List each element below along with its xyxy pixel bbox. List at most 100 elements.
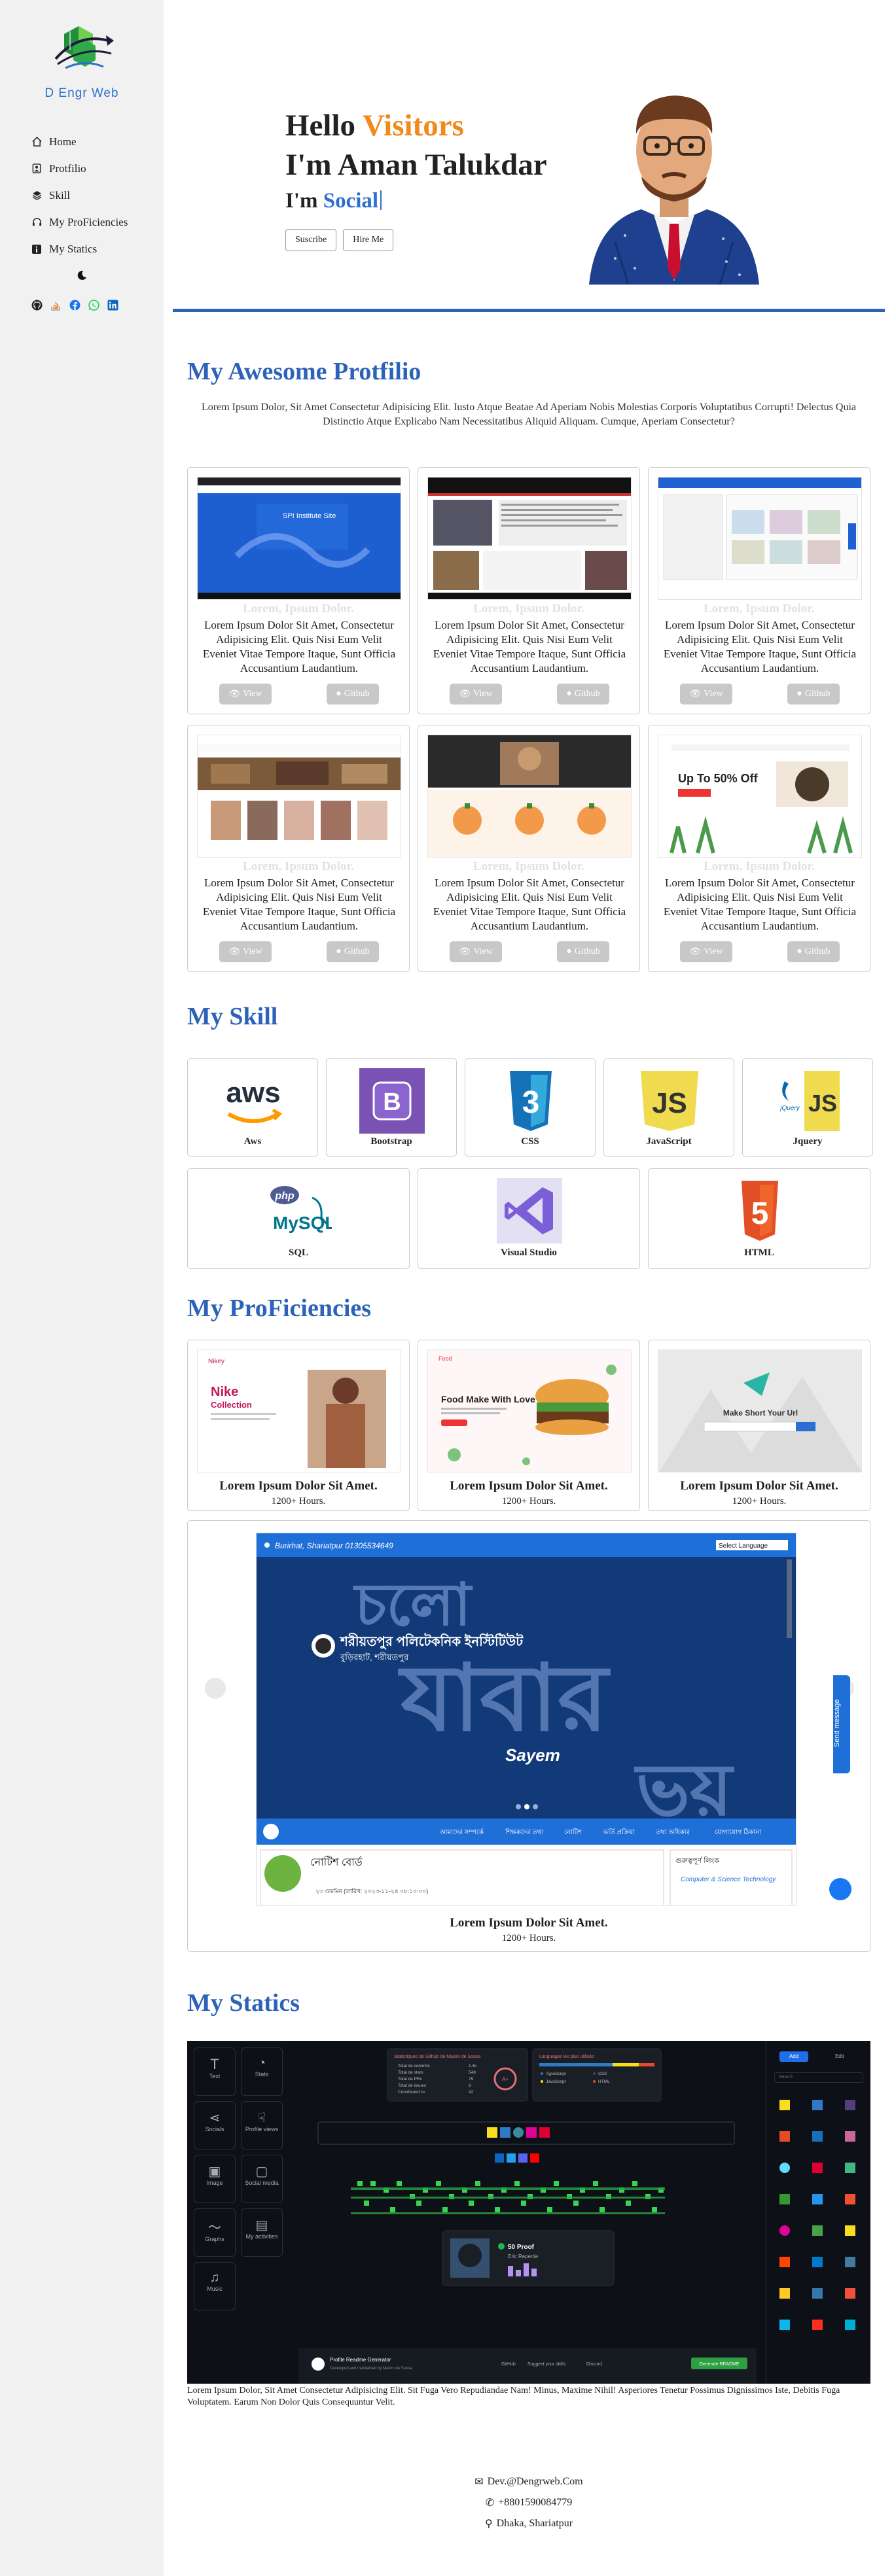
tool-stats[interactable]: ◔ Stats	[241, 2047, 283, 2096]
carousel-prev-button[interactable]	[205, 1678, 226, 1699]
eye-icon: 👁	[689, 689, 702, 699]
github-icon: ●	[336, 689, 342, 699]
brand-logo[interactable]: D Engr Web	[39, 26, 124, 105]
site-menu-item: নোটিশ	[564, 1828, 582, 1836]
css-logo-text: 3	[522, 1085, 540, 1120]
linkedin-icon[interactable]	[107, 300, 118, 311]
skill-name: Jquery	[793, 1136, 823, 1147]
stat-value: 8	[469, 2083, 471, 2088]
subscribe-button[interactable]: Suscribe	[285, 229, 337, 251]
nike-brand-text: Nikey	[208, 1358, 224, 1365]
view-button[interactable]: 👁 View	[450, 941, 502, 962]
social-links	[31, 300, 118, 311]
github-icon: ●	[796, 689, 802, 699]
view-label: View	[473, 947, 493, 956]
stat-label: Total de stars	[398, 2070, 423, 2075]
tool-image[interactable]: ▣ Image	[194, 2155, 236, 2203]
github-button[interactable]: ● Github	[557, 941, 609, 962]
github-icon: ●	[336, 947, 342, 956]
tool-social-media[interactable]: ▢ Social media	[241, 2155, 283, 2203]
footer-link[interactable]: GitHub	[501, 2362, 516, 2367]
github-label: Github	[804, 689, 831, 699]
bootstrap-logo-text: B	[383, 1088, 401, 1116]
tool-music[interactable]: ♫ Music	[194, 2262, 236, 2310]
tab-add[interactable]: Add	[779, 2051, 808, 2062]
food-brand-text: Food	[438, 1355, 452, 1362]
github-button[interactable]: ● Github	[787, 941, 840, 962]
aws-icon: aws	[221, 1068, 286, 1134]
user-icon	[31, 164, 42, 174]
skill-name: SQL	[288, 1247, 308, 1258]
skill-name: JavaScript	[646, 1136, 692, 1147]
tool-my-activities[interactable]: ▤ My activities	[241, 2208, 283, 2257]
mysql-logo-text: MySQL	[273, 1213, 332, 1233]
tool-text[interactable]: T Text	[194, 2047, 236, 2096]
hero-word-2: যাবার	[397, 1646, 611, 1749]
dark-mode-toggle[interactable]	[76, 270, 88, 281]
view-button[interactable]: 👁 View	[680, 941, 732, 962]
asset-search-input[interactable]: Search	[774, 2072, 863, 2083]
sidebar-item-proficiencies[interactable]: My ProFiciencies	[31, 209, 128, 235]
contact-email[interactable]: ✉ Dev.@Dengrweb.Com	[164, 2475, 894, 2488]
image-icon: ▣	[208, 2165, 221, 2179]
role-prefix: I'm	[285, 189, 323, 213]
hero-divider	[173, 309, 885, 312]
view-button[interactable]: 👁 View	[450, 684, 502, 705]
view-button[interactable]: 👁 View	[219, 684, 272, 705]
hire-me-button[interactable]: Hire Me	[343, 229, 394, 251]
site-menu-item: আমাদের সম্পর্কে	[439, 1828, 484, 1836]
facebook-icon[interactable]	[69, 300, 80, 311]
project-thumbnail: Up To 50% Off	[658, 735, 862, 858]
project-description: Lorem Ipsum Dolor Sit Amet, Consectetur …	[663, 877, 857, 932]
whatsapp-icon[interactable]	[88, 300, 99, 311]
sidebar-item-label: Home	[49, 135, 77, 148]
sidebar-item-skill[interactable]: Skill	[31, 182, 128, 209]
tool-label: Image	[206, 2180, 223, 2186]
github-button[interactable]: ● Github	[787, 684, 840, 705]
messenger-icon[interactable]	[829, 1878, 851, 1900]
footer-link[interactable]: Suggest your skills	[527, 2362, 566, 2367]
footer-link[interactable]: Discord	[586, 2362, 602, 2367]
github-label: Github	[574, 689, 600, 699]
github-button[interactable]: ● Github	[327, 941, 379, 962]
generate-readme-button[interactable]: Generate README	[699, 2362, 739, 2367]
skill-card-css: 3 CSS	[465, 1058, 596, 1157]
sidebar-item-statics[interactable]: My Statics	[31, 235, 128, 262]
phone-text: +8801590084779	[498, 2497, 573, 2508]
github-button[interactable]: ● Github	[327, 684, 379, 705]
tool-socials[interactable]: ⋖ Socials	[194, 2101, 236, 2150]
project-thumbnail	[658, 477, 862, 600]
project-description: Lorem Ipsum Dolor Sit Amet, Consectetur …	[663, 619, 857, 674]
project-title: Lorem, Ipsum Dolor.	[704, 860, 815, 873]
skill-name: CSS	[521, 1136, 539, 1147]
tool-profile-views[interactable]: ☟ Profile views	[241, 2101, 283, 2150]
languages-panel-title: Languages les plus utilisés	[539, 2055, 594, 2059]
stackoverflow-icon[interactable]	[50, 300, 62, 311]
tab-edit[interactable]: Edit	[825, 2051, 854, 2062]
links-item: Computer & Science Technology	[681, 1876, 776, 1883]
eye-icon: 👁	[228, 947, 241, 957]
view-button[interactable]: 👁 View	[680, 684, 732, 705]
greeting-text: Hello	[285, 109, 363, 143]
project-thumbnail	[427, 477, 632, 600]
tool-graphs[interactable]: 〜 Graphs	[194, 2208, 236, 2257]
send-message-tab[interactable]: Send message	[833, 1675, 850, 1773]
github-label: Github	[344, 947, 370, 956]
stat-label: Contributed to	[398, 2090, 425, 2095]
eye-icon: 👁	[228, 689, 241, 699]
proficiency-card: Nikey Nike Collection Lorem Ipsum Dolor Si…	[187, 1340, 410, 1511]
generator-brand: Profile Readme Generator	[330, 2357, 391, 2363]
sidebar: D Engr Web Home Protfilio Skill My ProFi…	[0, 0, 164, 2576]
readme-preview: Statistiques de Github de Maxim de Sousa…	[298, 2048, 757, 2384]
skill-card-aws: aws Aws	[187, 1058, 318, 1157]
github-label: Github	[574, 947, 600, 956]
hero-avatar-image	[576, 72, 772, 285]
hero-intro: Hello Visitors I'm Aman Talukdar I'm Soc…	[285, 106, 547, 251]
view-button[interactable]: 👁 View	[219, 941, 272, 962]
sidebar-item-home[interactable]: Home	[31, 128, 128, 155]
github-button[interactable]: ● Github	[557, 684, 609, 705]
tool-label: Stats	[255, 2071, 269, 2078]
sidebar-item-protfilio[interactable]: Protfilio	[31, 155, 128, 182]
github-icon[interactable]	[31, 300, 43, 311]
contact-phone[interactable]: ✆ +8801590084779	[164, 2496, 894, 2509]
